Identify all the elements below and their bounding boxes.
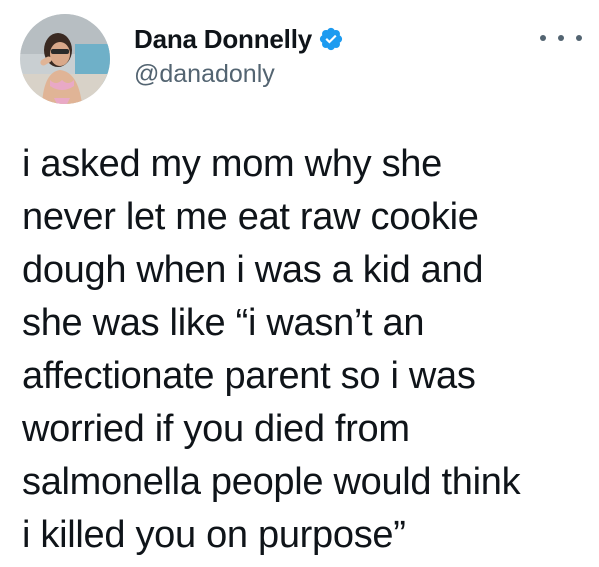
tweet-card: Dana Donnelly @danadonly i asked my mom … [0,0,599,567]
tweet-text-line: salmonella people would think [22,461,521,503]
tweet-text: i asked my mom why she never let me eat … [22,138,592,562]
more-dot-icon [540,35,546,41]
author-handle[interactable]: @danadonly [134,60,344,89]
tweet-text-line: worried if you died from [22,408,410,450]
avatar[interactable] [20,14,110,104]
tweet-text-line: i asked my mom why she [22,143,442,185]
tweet-text-line: i killed you on purpose” [22,514,406,556]
more-options-button[interactable] [540,30,582,46]
tweet-text-line: never let me eat raw cookie [22,196,479,238]
tweet-text-line: affectionate parent so i was [22,355,476,397]
more-dot-icon [558,35,564,41]
tweet-text-line: dough when i was a kid and [22,249,484,291]
author-display-name[interactable]: Dana Donnelly [134,24,312,55]
tweet-text-line: she was like “i wasn’t an [22,302,425,344]
name-row: Dana Donnelly [134,22,344,56]
author-block: Dana Donnelly @danadonly [134,22,344,89]
more-dot-icon [576,35,582,41]
avatar-photo [20,14,110,104]
verified-badge-icon [318,26,344,52]
